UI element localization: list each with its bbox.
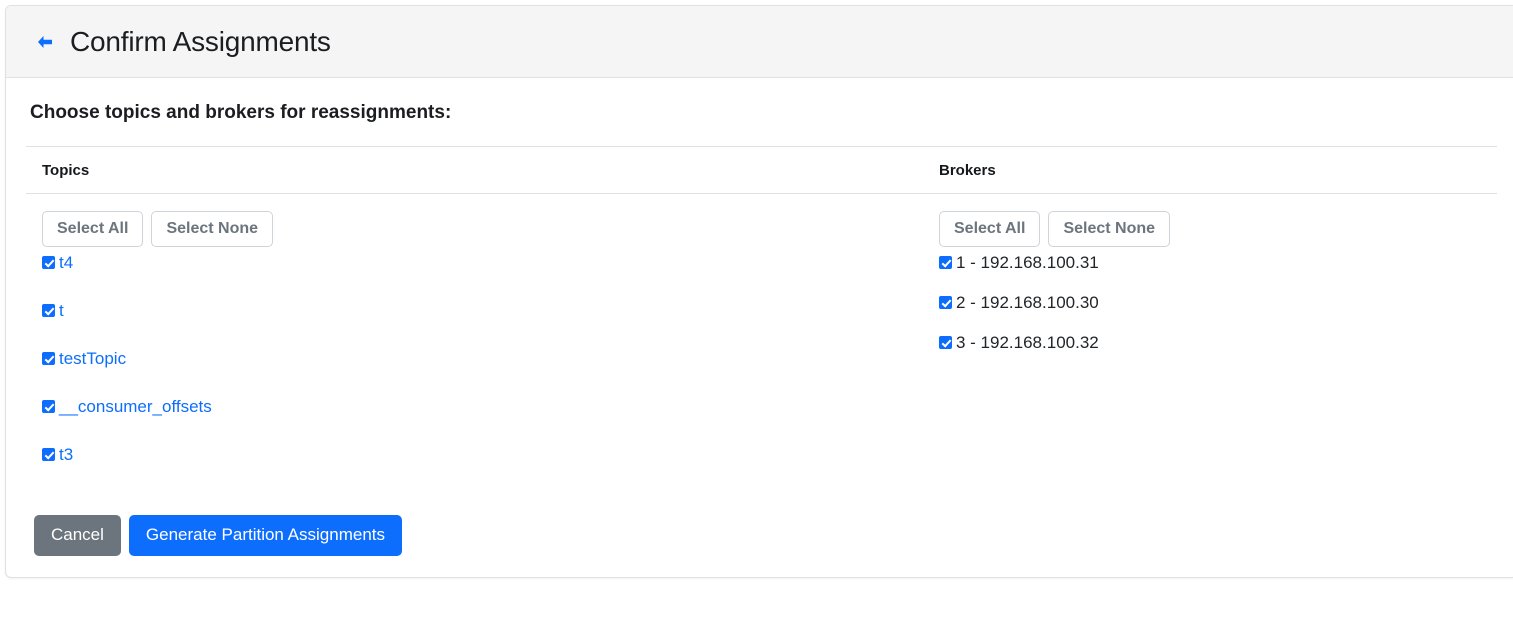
column-header-row: Topics Brokers [6,147,1513,193]
broker-checkbox[interactable] [939,336,952,349]
list-item[interactable]: 3 - 192.168.100.32 [939,333,1513,373]
column-header-brokers: Brokers [931,162,1513,179]
lead-text: Choose topics and brokers for reassignme… [6,78,1513,124]
cancel-button[interactable]: Cancel [34,515,121,556]
topic-checkbox[interactable] [42,400,55,413]
topics-list: t4 t testTopic __consumer_offsets [42,253,931,493]
topic-checkbox[interactable] [42,304,55,317]
topic-link[interactable]: t3 [59,445,73,464]
selection-panes: Select All Select None t4 t [6,194,1513,493]
topic-link[interactable]: t [59,301,64,320]
arrow-left-icon[interactable] [34,31,56,53]
column-header-topics: Topics [6,162,931,179]
brokers-select-all-button[interactable]: Select All [939,211,1040,247]
brokers-list: 1 - 192.168.100.31 2 - 192.168.100.30 3 … [939,253,1513,373]
topics-select-all-button[interactable]: Select All [42,211,143,247]
card-header: Confirm Assignments [6,6,1513,78]
topic-checkbox[interactable] [42,352,55,365]
broker-checkbox[interactable] [939,296,952,309]
confirm-assignments-card: Confirm Assignments Choose topics and br… [5,5,1513,578]
topic-link[interactable]: __consumer_offsets [59,397,212,416]
list-item[interactable]: 2 - 192.168.100.30 [939,293,1513,333]
topics-pane: Select All Select None t4 t [6,211,931,493]
card-body: Choose topics and brokers for reassignme… [6,78,1513,556]
broker-label: 1 - 192.168.100.31 [956,253,1099,272]
topic-checkbox[interactable] [42,448,55,461]
list-item[interactable]: __consumer_offsets [42,397,931,445]
list-item[interactable]: t4 [42,253,931,301]
brokers-pane: Select All Select None 1 - 192.168.100.3… [931,211,1513,493]
topic-checkbox[interactable] [42,256,55,269]
list-item[interactable]: 1 - 192.168.100.31 [939,253,1513,293]
page-root: Confirm Assignments Choose topics and br… [0,0,1513,624]
topics-select-buttons: Select All Select None [42,211,931,247]
list-item[interactable]: t3 [42,445,931,493]
list-item[interactable]: testTopic [42,349,931,397]
topics-select-none-button[interactable]: Select None [151,211,273,247]
list-item[interactable]: t [42,301,931,349]
brokers-select-none-button[interactable]: Select None [1048,211,1170,247]
broker-label: 2 - 192.168.100.30 [956,293,1099,312]
topic-link[interactable]: testTopic [59,349,126,368]
topic-link[interactable]: t4 [59,253,73,272]
broker-checkbox[interactable] [939,256,952,269]
brokers-select-buttons: Select All Select None [939,211,1513,247]
action-buttons: Cancel Generate Partition Assignments [6,493,1513,556]
broker-label: 3 - 192.168.100.32 [956,333,1099,352]
generate-partition-assignments-button[interactable]: Generate Partition Assignments [129,515,402,556]
page-title: Confirm Assignments [70,28,331,56]
